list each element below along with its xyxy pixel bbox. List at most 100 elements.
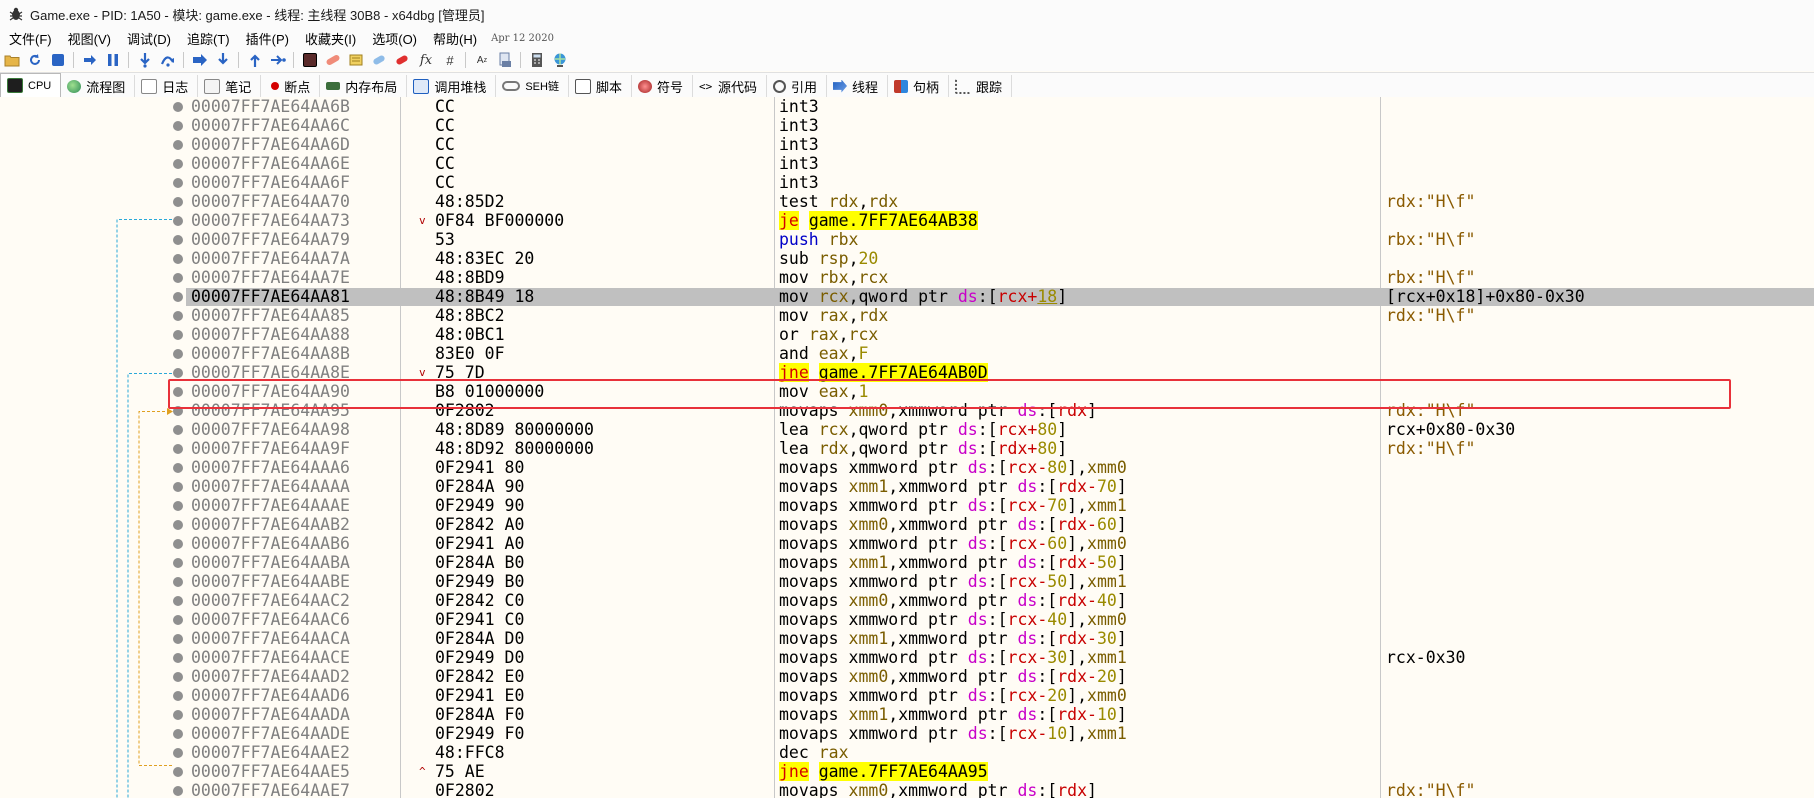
instruction-cell[interactable]: movaps xmm0,xmmword ptr ds:[rdx-20] [779, 667, 1127, 686]
breakpoint-toggle-icon[interactable] [173, 292, 183, 302]
address-cell[interactable]: 00007FF7AE64AA73 [191, 211, 350, 230]
instruction-cell[interactable]: dec rax [779, 743, 849, 762]
breakpoint-toggle-icon[interactable] [173, 558, 183, 568]
breakpoint-toggle-icon[interactable] [173, 197, 183, 207]
bytes-cell[interactable]: 0F2842 A0 [435, 515, 524, 534]
execute-till-return-icon[interactable] [246, 51, 264, 69]
breakpoint-toggle-icon[interactable] [173, 615, 183, 625]
menu-debug[interactable]: 调试(D) [119, 29, 179, 48]
instruction-cell[interactable]: movaps xmm0,xmmword ptr ds:[rdx] [779, 781, 1097, 798]
bytes-cell[interactable]: 0F2842 C0 [435, 591, 524, 610]
breakpoint-toggle-icon[interactable] [173, 463, 183, 473]
disassembly-row[interactable]: 00007FF7AE64AAE2 48:FFC8 dec rax [0, 743, 1814, 762]
instruction-cell[interactable]: int3 [779, 154, 819, 173]
tab-notes[interactable]: 笔记 [198, 75, 262, 97]
bytes-cell[interactable]: 0F84 BF000000 [435, 211, 564, 230]
disassembly-row[interactable]: 00007FF7AE64AA8B 83E0 0F and eax,F [0, 344, 1814, 363]
bytes-cell[interactable]: 0F2802 [435, 781, 495, 798]
disassembly-row[interactable]: 00007FF7AE64AA81 48:8B49 18 mov rcx,qword … [0, 287, 1814, 306]
breakpoint-toggle-icon[interactable] [173, 349, 183, 359]
tab-script[interactable]: 脚本 [569, 75, 632, 97]
fx-icon[interactable]: fx [416, 51, 436, 69]
disassembly-row[interactable]: 00007FF7AE64AAD6 0F2941 E0 movaps xmmword … [0, 686, 1814, 705]
instruction-cell[interactable]: lea rdx,qword ptr ds:[rdx+80] [779, 439, 1067, 458]
instruction-cell[interactable]: int3 [779, 135, 819, 154]
calculator-icon[interactable] [528, 51, 546, 69]
instruction-cell[interactable]: mov rbx,rcx [779, 268, 888, 287]
bytes-cell[interactable]: 48:83EC 20 [435, 249, 534, 268]
bytes-cell[interactable]: 0F2941 80 [435, 458, 524, 477]
disassembly-row[interactable]: 00007FF7AE64AADE 0F2949 F0 movaps xmmword … [0, 724, 1814, 743]
disassembly-row[interactable]: 00007FF7AE64AAAA 0F284A 90 movaps xmm1,xmm… [0, 477, 1814, 496]
disassembly-row[interactable]: 00007FF7AE64AA7A 48:83EC 20 sub rsp,20 [0, 249, 1814, 268]
address-cell[interactable]: 00007FF7AE64AACA [191, 629, 350, 648]
breakpoint-toggle-icon[interactable] [173, 444, 183, 454]
menu-file[interactable]: 文件(F) [0, 29, 60, 48]
comment-cell[interactable]: rdx:"H\f" [1386, 192, 1475, 211]
bytes-cell[interactable]: 0F284A B0 [435, 553, 524, 572]
patch-icon[interactable] [301, 51, 319, 69]
bytes-cell[interactable]: CC [435, 173, 455, 192]
address-cell[interactable]: 00007FF7AE64AA79 [191, 230, 350, 249]
breakpoint-toggle-icon[interactable] [173, 501, 183, 511]
menu-options[interactable]: 选项(O) [364, 29, 425, 48]
address-cell[interactable]: 00007FF7AE64AAC6 [191, 610, 350, 629]
comment-cell[interactable]: rdx:"H\f" [1386, 781, 1475, 798]
strings-icon[interactable]: Az [473, 51, 491, 69]
disassembly-row[interactable]: 00007FF7AE64AA98 48:8D89 80000000 lea rcx,… [0, 420, 1814, 439]
bytes-cell[interactable]: 48:8BC2 [435, 306, 505, 325]
instruction-cell[interactable]: movaps xmm1,xmmword ptr ds:[rdx-30] [779, 629, 1127, 648]
bytes-cell[interactable]: 48:8D89 80000000 [435, 420, 594, 439]
bytes-cell[interactable]: 48:8BD9 [435, 268, 505, 287]
tab-trace[interactable]: 跟踪 [949, 75, 1013, 97]
pause-icon[interactable] [104, 51, 122, 69]
trace-over-icon[interactable] [214, 51, 232, 69]
bytes-cell[interactable]: CC [435, 135, 455, 154]
disassembly-row[interactable]: 00007FF7AE64AA85 48:8BC2 mov rax,rdx rdx:"H… [0, 306, 1814, 325]
bytes-cell[interactable]: CC [435, 97, 455, 116]
instruction-cell[interactable]: movaps xmmword ptr ds:[rcx-30],xmm1 [779, 648, 1127, 667]
menu-trace[interactable]: 追踪(T) [179, 29, 238, 48]
breakpoint-toggle-icon[interactable] [173, 140, 183, 150]
breakpoint-toggle-icon[interactable] [173, 482, 183, 492]
breakpoint-toggle-icon[interactable] [173, 653, 183, 663]
trace-into-icon[interactable] [191, 51, 209, 69]
breakpoint-toggle-icon[interactable] [173, 672, 183, 682]
disassembly-row[interactable]: 00007FF7AE64AAC2 0F2842 C0 movaps xmm0,xmm… [0, 591, 1814, 610]
bytes-cell[interactable]: 0F2941 E0 [435, 686, 524, 705]
comment-cell[interactable]: rcx+0x80-0x30 [1386, 420, 1515, 439]
address-cell[interactable]: 00007FF7AE64AAD2 [191, 667, 350, 686]
disassembly-row[interactable]: 00007FF7AE64AACA 0F284A D0 movaps xmm1,xmm… [0, 629, 1814, 648]
tab-breakpoints[interactable]: 断点 [261, 75, 321, 97]
bytes-cell[interactable]: 0F2949 90 [435, 496, 524, 515]
references-icon[interactable] [496, 51, 514, 69]
instruction-cell[interactable]: or rax,rcx [779, 325, 878, 344]
address-cell[interactable]: 00007FF7AE64AAE5 [191, 762, 350, 781]
address-cell[interactable]: 00007FF7AE64AAAA [191, 477, 350, 496]
address-cell[interactable]: 00007FF7AE64AA9F [191, 439, 350, 458]
disassembly-row[interactable]: 00007FF7AE64AAD2 0F2842 E0 movaps xmm0,xmm… [0, 667, 1814, 686]
comment-cell[interactable]: [rcx+0x18]+0x80-0x30 [1386, 287, 1585, 306]
breakpoint-toggle-icon[interactable] [173, 311, 183, 321]
instruction-cell[interactable]: and eax,F [779, 344, 868, 363]
disassembly-row[interactable]: 00007FF7AE64AA6E CC int3 [0, 154, 1814, 173]
address-cell[interactable]: 00007FF7AE64AAC2 [191, 591, 350, 610]
instruction-cell[interactable]: movaps xmmword ptr ds:[rcx-40],xmm0 [779, 610, 1127, 629]
breakpoint-toggle-icon[interactable] [173, 425, 183, 435]
address-cell[interactable]: 00007FF7AE64AAAE [191, 496, 350, 515]
disassembly-row[interactable]: 00007FF7AE64AABE 0F2949 B0 movaps xmmword … [0, 572, 1814, 591]
instruction-cell[interactable]: movaps xmmword ptr ds:[rcx-10],xmm1 [779, 724, 1127, 743]
instruction-cell[interactable]: movaps xmm0,xmmword ptr ds:[rdx-60] [779, 515, 1127, 534]
breakpoint-toggle-icon[interactable] [173, 539, 183, 549]
address-cell[interactable]: 00007FF7AE64AA7E [191, 268, 350, 287]
stop-icon[interactable] [49, 51, 67, 69]
globe-icon[interactable] [551, 51, 569, 69]
comment-cell[interactable]: rdx:"H\f" [1386, 439, 1475, 458]
breakpoint-toggle-icon[interactable] [173, 368, 183, 378]
instruction-cell[interactable]: movaps xmm1,xmmword ptr ds:[rdx-70] [779, 477, 1127, 496]
comment-cell[interactable]: rbx:"H\f" [1386, 268, 1475, 287]
comment-cell[interactable]: rcx-0x30 [1386, 648, 1465, 667]
address-cell[interactable]: 00007FF7AE64AA88 [191, 325, 350, 344]
bytes-cell[interactable]: CC [435, 154, 455, 173]
address-cell[interactable]: 00007FF7AE64AA6F [191, 173, 350, 192]
